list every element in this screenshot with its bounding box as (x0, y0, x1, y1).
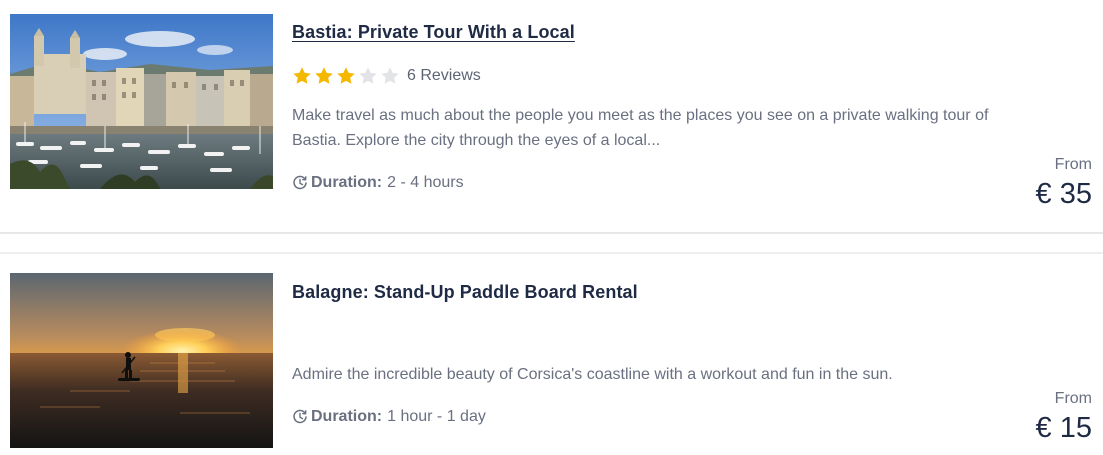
review-count: 6 Reviews (407, 67, 481, 84)
listing-duration: Duration: 1 hour - 1 day (292, 408, 486, 426)
duration-label: Duration: (311, 174, 383, 191)
bastia-harbor-photo (10, 14, 273, 189)
duration-label: Duration: (311, 408, 383, 425)
star-filled-icon (293, 67, 311, 84)
listing-description: Admire the incredible beauty of Corsica'… (292, 366, 893, 383)
price-value: € 15 (1035, 412, 1092, 444)
star-filled-icon (315, 67, 333, 84)
clock-icon (293, 175, 307, 190)
price-from-label: From (1054, 156, 1092, 173)
clock-icon (293, 409, 307, 424)
paddle-board-sunset-photo (10, 273, 273, 448)
listing-description: Make travel as much about the people you… (292, 107, 989, 149)
star-filled-icon (337, 67, 355, 84)
card-divider (0, 232, 1103, 254)
star-empty-icon (381, 67, 399, 84)
star-rating: 6 Reviews (291, 64, 481, 88)
price-value: € 35 (1035, 178, 1092, 210)
listing-image-bastia-harbor[interactable] (10, 14, 273, 189)
listing-title-link[interactable]: Bastia: Private Tour With a Local (292, 22, 575, 43)
listing-image-paddle-sunset[interactable] (10, 273, 273, 448)
listing-card-balagne[interactable]: Balagne: Stand-Up Paddle Board Rental Ad… (0, 254, 1103, 455)
listing-card-bastia[interactable]: Bastia: Private Tour With a Local 6 Revi… (0, 0, 1103, 235)
duration-value: 2 - 4 hours (387, 174, 464, 191)
listing-duration: Duration: 2 - 4 hours (292, 174, 464, 192)
price-from-label: From (1054, 390, 1092, 407)
listing-title[interactable]: Balagne: Stand-Up Paddle Board Rental (292, 282, 638, 303)
star-empty-icon (359, 67, 377, 84)
duration-value: 1 hour - 1 day (387, 408, 486, 425)
